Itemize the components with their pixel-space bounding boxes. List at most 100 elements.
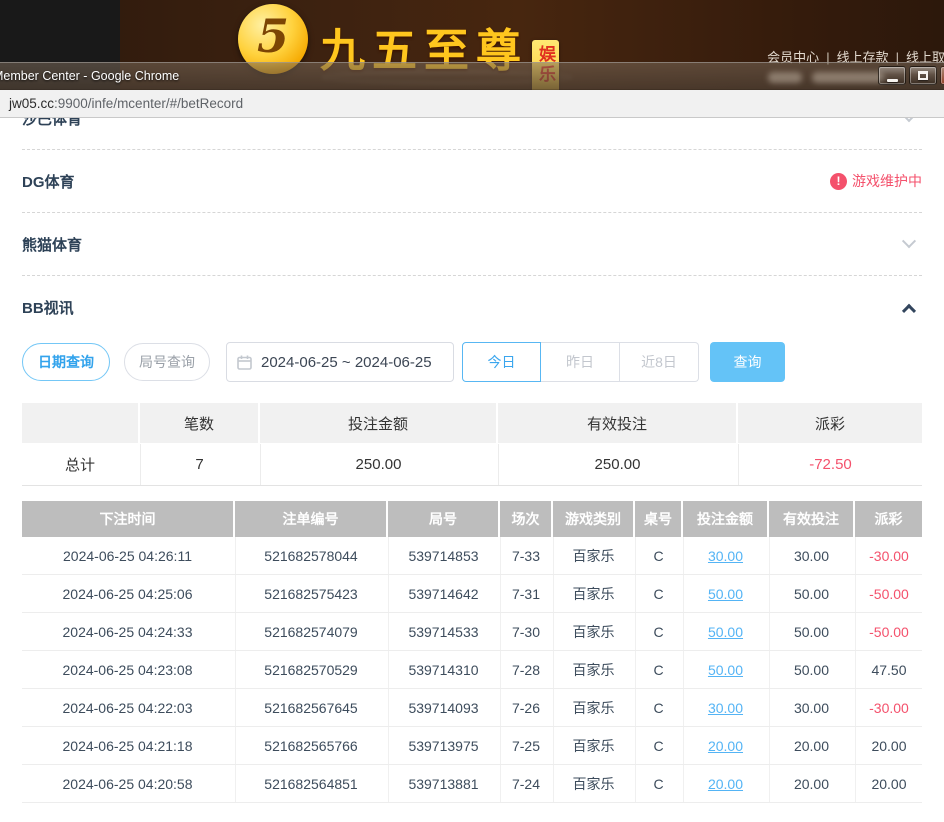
section-bb-video[interactable]: BB视讯: [22, 276, 922, 339]
search-button[interactable]: 查询: [710, 342, 785, 382]
yesterday-button[interactable]: 昨日: [541, 342, 620, 382]
amount-link[interactable]: 30.00: [708, 548, 743, 564]
amount-link[interactable]: 20.00: [708, 738, 743, 754]
bet-no: 521682570529: [235, 651, 386, 688]
amount-link[interactable]: 20.00: [708, 776, 743, 792]
table-row: 2024-06-25 04:26:11 521682578044 5397148…: [22, 537, 922, 575]
section-title: 沙巴体育: [22, 118, 82, 129]
bet-time: 2024-06-25 04:22:03: [22, 689, 233, 726]
game-type: 百家乐: [553, 765, 633, 802]
quick-range-group: 今日 昨日 近8日: [462, 342, 699, 382]
date-range-value: 2024-06-25 ~ 2024-06-25: [261, 354, 432, 371]
table-no: C: [635, 651, 681, 688]
table-row: 2024-06-25 04:22:03 521682567645 5397140…: [22, 689, 922, 727]
table-row: 2024-06-25 04:21:18 521682565766 5397139…: [22, 727, 922, 765]
section-panda-sports[interactable]: 熊猫体育: [22, 213, 922, 276]
section-title: DG体育: [22, 171, 75, 192]
exclamation-icon: !: [830, 173, 847, 190]
bet-time: 2024-06-25 04:25:06: [22, 575, 233, 612]
table-no: C: [635, 689, 681, 726]
maximize-button[interactable]: [909, 66, 937, 85]
date-query-tab[interactable]: 日期查询: [22, 343, 110, 381]
bet-record-page: 沙巴体育 DG体育 ! 游戏维护中 熊猫体育 BB视讯 日期查询: [0, 118, 944, 822]
url-path: :9900/infe/mcenter/#/betRecord: [54, 96, 243, 111]
today-button[interactable]: 今日: [462, 342, 541, 382]
last-8-days-button[interactable]: 近8日: [620, 342, 699, 382]
valid-bet: 20.00: [769, 727, 853, 764]
valid-bet: 50.00: [769, 651, 853, 688]
session: 7-25: [500, 727, 551, 764]
game-type: 百家乐: [553, 727, 633, 764]
round-query-tab[interactable]: 局号查询: [124, 343, 210, 381]
summary-header-count: 笔数: [140, 403, 258, 443]
summary-valid-bet: 250.00: [498, 444, 736, 485]
account-info-blurred: [812, 72, 884, 83]
bet-time: 2024-06-25 04:24:33: [22, 613, 233, 650]
summary-header-valid-bet: 有效投注: [498, 403, 736, 443]
table-row: 2024-06-25 04:20:58 521682564851 5397138…: [22, 765, 922, 803]
round-no: 539714093: [388, 689, 498, 726]
minimize-icon: [887, 79, 898, 82]
detail-header-valid: 有效投注: [769, 501, 853, 537]
round-no: 539713975: [388, 727, 498, 764]
table-no: C: [635, 765, 681, 802]
bet-time: 2024-06-25 04:23:08: [22, 651, 233, 688]
payout: -50.00: [855, 613, 922, 650]
valid-bet: 30.00: [769, 537, 853, 574]
bet-time: 2024-06-25 04:20:58: [22, 765, 233, 802]
section-title: 熊猫体育: [22, 234, 82, 255]
detail-header-time: 下注时间: [22, 501, 233, 537]
detail-header-bet-no: 注单编号: [235, 501, 386, 537]
amount-link[interactable]: 50.00: [708, 624, 743, 640]
session: 7-26: [500, 689, 551, 726]
table-no: C: [635, 537, 681, 574]
table-no: C: [635, 575, 681, 612]
table-no: C: [635, 727, 681, 764]
detail-header-game: 游戏类别: [553, 501, 633, 537]
minimize-button[interactable]: [878, 66, 906, 85]
address-bar[interactable]: jw05.cc:9900/infe/mcenter/#/betRecord: [0, 90, 944, 118]
window-title: Member Center - Google Chrome: [0, 69, 179, 83]
bet-no: 521682575423: [235, 575, 386, 612]
detail-header-round-no: 局号: [388, 501, 498, 537]
bet-no: 521682565766: [235, 727, 386, 764]
game-type: 百家乐: [553, 537, 633, 574]
payout: 20.00: [855, 765, 922, 802]
maintenance-label: 游戏维护中: [852, 171, 922, 191]
amount-link[interactable]: 50.00: [708, 662, 743, 678]
window-titlebar[interactable]: Member Center - Google Chrome: [0, 62, 944, 90]
summary-table: 笔数 投注金额 有效投注 派彩 总计 7 250.00 250.00 -72.5…: [22, 403, 922, 486]
amount-link[interactable]: 30.00: [708, 700, 743, 716]
game-type: 百家乐: [553, 613, 633, 650]
summary-header-row: 笔数 投注金额 有效投注 派彩: [22, 403, 922, 443]
calendar-icon: [237, 355, 252, 370]
filter-bar: 日期查询 局号查询 2024-06-25 ~ 2024-06-25 今日 昨日 …: [22, 341, 922, 383]
detail-header-session: 场次: [500, 501, 551, 537]
summary-bet-amount: 250.00: [260, 444, 496, 485]
payout: -50.00: [855, 575, 922, 612]
date-range-input[interactable]: 2024-06-25 ~ 2024-06-25: [226, 342, 454, 382]
summary-header-payout: 派彩: [738, 403, 922, 443]
close-button[interactable]: [940, 66, 944, 85]
detail-header-payout: 派彩: [855, 501, 922, 537]
chevron-up-icon: [902, 303, 916, 317]
screen: 5 九五至尊 娱乐 会员中心|线上存款|线上取款 沙巴体育 DG体育 ! 游戏维…: [0, 0, 944, 822]
session: 7-33: [500, 537, 551, 574]
game-type: 百家乐: [553, 651, 633, 688]
window-controls: [878, 66, 944, 85]
valid-bet: 20.00: [769, 765, 853, 802]
round-no: 539714853: [388, 537, 498, 574]
section-title: BB视讯: [22, 297, 74, 318]
section-saba-sports[interactable]: 沙巴体育: [22, 118, 922, 150]
summary-header-bet-amount: 投注金额: [260, 403, 496, 443]
game-type: 百家乐: [553, 689, 633, 726]
bet-time: 2024-06-25 04:26:11: [22, 537, 233, 574]
section-dg-sports[interactable]: DG体育 ! 游戏维护中: [22, 150, 922, 213]
payout: 20.00: [855, 727, 922, 764]
summary-total-label: 总计: [22, 444, 138, 485]
round-no: 539713881: [388, 765, 498, 802]
amount-link[interactable]: 50.00: [708, 586, 743, 602]
account-info-blurred: [768, 72, 802, 83]
game-type: 百家乐: [553, 575, 633, 612]
bet-no: 521682564851: [235, 765, 386, 802]
